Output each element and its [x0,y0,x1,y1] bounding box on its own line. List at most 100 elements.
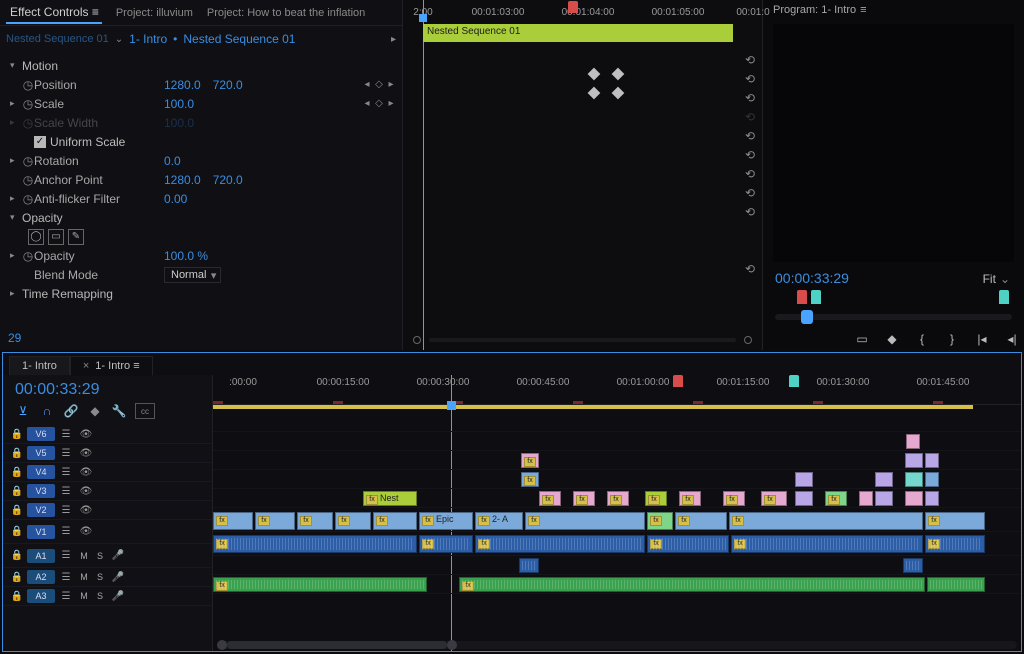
effect-controls-tab[interactable]: Effect Controls ≡ [6,2,102,24]
lock-icon[interactable]: 🔒 [9,486,25,497]
clip[interactable] [906,434,920,449]
clip[interactable]: fx [335,512,371,530]
linked-selection-icon[interactable]: 🔗 [63,403,79,419]
marker-red-icon[interactable] [673,375,683,387]
source-sequence[interactable]: Nested Sequence 01 [6,33,109,45]
clip[interactable]: fx [825,491,847,506]
audio-clip[interactable]: fx [647,535,729,553]
cc-icon[interactable]: cc [135,403,155,419]
safe-margins-icon[interactable]: ▭ [854,332,870,346]
section-time-remapping[interactable]: Time Remapping [22,287,113,301]
solo-toggle[interactable]: S [93,572,107,582]
keyframe-icon[interactable] [588,68,601,81]
sync-lock-icon[interactable]: ☰ [57,550,75,561]
eye-icon[interactable]: 👁 [77,467,95,478]
twirl-icon[interactable]: ▾ [10,212,22,223]
menu-icon[interactable]: ≡ [92,5,98,19]
eye-icon[interactable]: 👁 [77,486,95,497]
next-keyframe-icon[interactable]: ▸ [386,99,396,109]
timeline-tab-active[interactable]: ×1- Intro ≡ [70,356,153,376]
next-keyframe-icon[interactable]: ▸ [386,80,396,90]
stopwatch-icon[interactable]: ◷ [22,193,34,205]
program-timecode[interactable]: 00:00:33:29 [775,270,849,286]
marker-teal-icon[interactable] [999,290,1009,304]
zoom-handle-icon[interactable] [744,336,752,344]
position-y[interactable]: 720.0 [213,78,243,92]
clip[interactable] [925,472,939,487]
timeline-timecode[interactable]: 00:00:33:29 [3,375,212,399]
track-a2[interactable] [213,556,1021,575]
clip[interactable]: fx [729,512,923,530]
clip-nest[interactable]: fxNest [363,491,417,506]
audio-clip[interactable]: fx [213,577,427,592]
reset-icon[interactable]: ⟲ [736,183,764,202]
mute-toggle[interactable]: M [77,591,91,601]
clip[interactable] [859,491,873,506]
track-header-v1[interactable]: 🔒V1☰👁 [3,520,212,544]
clip-epic[interactable]: fxEpic [419,512,473,530]
in-point-icon[interactable]: { [914,332,930,346]
rotation-value[interactable]: 0.0 [164,154,181,168]
mini-clip[interactable]: Nested Sequence 01 [423,24,733,42]
wrench-icon[interactable]: 🔧 [111,403,127,419]
lock-icon[interactable]: 🔒 [9,591,25,602]
reset-icon[interactable]: ⟲ [736,259,764,278]
program-monitor[interactable] [773,24,1014,262]
clip[interactable] [905,472,923,487]
twirl-icon[interactable]: ▸ [10,288,22,299]
reset-icon[interactable]: ⟲ [736,145,764,164]
audio-clip[interactable]: fx [731,535,923,553]
clip[interactable]: fx [213,512,253,530]
close-icon[interactable]: × [83,360,89,372]
track-v2[interactable]: fxNest fx fx fx fx fx fx fx fx [213,489,1021,508]
track-label[interactable]: V1 [27,525,55,539]
antiflicker-value[interactable]: 0.00 [164,192,187,206]
section-opacity[interactable]: Opacity [22,211,63,225]
track-header-a3[interactable]: 🔒A3☰MS🎤 [3,587,212,606]
timeline-scrollbar[interactable] [217,641,1017,649]
sync-lock-icon[interactable]: ☰ [57,429,75,440]
add-keyframe-icon[interactable]: ◇ [374,80,384,90]
add-keyframe-icon[interactable]: ◇ [374,99,384,109]
clip[interactable] [925,491,939,506]
playhead-icon[interactable] [419,14,427,22]
mic-icon[interactable]: 🎤 [109,591,127,602]
menu-icon[interactable]: ≡ [860,4,866,16]
track-label[interactable]: V2 [27,503,55,517]
track-header-a2[interactable]: 🔒A2☰MS🎤 [3,568,212,587]
prev-keyframe-icon[interactable]: ◂ [362,80,372,90]
audio-clip[interactable] [519,558,539,573]
zoom-handle-icon[interactable] [447,640,457,650]
eye-icon[interactable]: 👁 [77,448,95,459]
project-bin-b[interactable]: Project: How to beat the inflation [207,7,365,19]
marker-teal-icon[interactable] [789,375,799,387]
lock-icon[interactable]: 🔒 [9,550,25,561]
mask-ellipse-icon[interactable]: ◯ [28,229,44,245]
timeline-tab[interactable]: 1- Intro [9,356,70,375]
audio-clip[interactable]: fx [419,535,473,553]
track-header-v4[interactable]: 🔒V4☰👁 [3,463,212,482]
audio-clip[interactable]: fx [925,535,985,553]
clip[interactable]: fx [539,491,561,506]
audio-clip[interactable]: fx [475,535,645,553]
playhead-icon[interactable] [447,401,456,410]
sync-lock-icon[interactable]: ☰ [57,467,75,478]
eye-icon[interactable]: 👁 [77,526,95,537]
anchor-x[interactable]: 1280.0 [164,173,201,187]
keyframe-icon[interactable] [612,68,625,81]
clip[interactable] [795,491,813,506]
mute-toggle[interactable]: M [77,572,91,582]
track-header-v3[interactable]: 🔒V3☰👁 [3,482,212,501]
clip[interactable]: fx [607,491,629,506]
track-a1[interactable]: fx fx fx fx fx fx [213,532,1021,556]
clip[interactable]: fx [925,512,985,530]
clip[interactable] [795,472,813,487]
opacity-value[interactable]: 100.0 % [164,249,208,263]
marker-icon[interactable]: ◆ [87,403,103,419]
section-motion[interactable]: Motion [22,59,58,73]
lock-icon[interactable]: 🔒 [9,526,25,537]
project-bin-a[interactable]: Project: illuvium [116,7,193,19]
track-label[interactable]: A3 [27,589,55,603]
clip[interactable] [875,491,893,506]
position-x[interactable]: 1280.0 [164,78,201,92]
